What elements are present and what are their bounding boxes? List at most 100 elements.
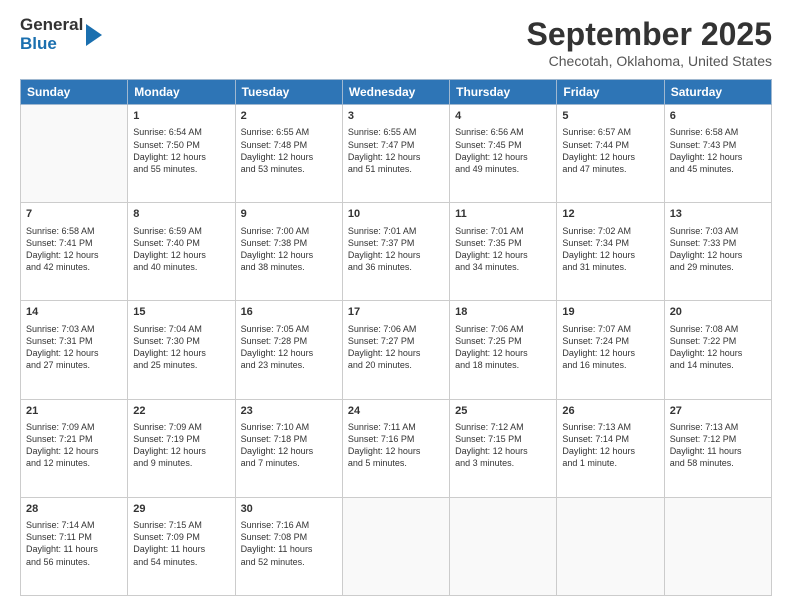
calendar-cell: 16 Sunrise: 7:05 AMSunset: 7:28 PMDayligh… — [235, 301, 342, 399]
cell-info: Sunrise: 7:06 AMSunset: 7:27 PMDaylight:… — [348, 323, 444, 372]
calendar-cell: 30Sunrise: 7:16 AMSunset: 7:08 PMDayligh… — [235, 497, 342, 595]
calendar-header-sunday: Sunday — [21, 80, 128, 105]
calendar-header-row: SundayMondayTuesdayWednesdayThursdayFrid… — [21, 80, 772, 105]
cell-info: Sunrise: 7:10 AMSunset: 7:18 PMDaylight:… — [241, 421, 337, 470]
day-number: 1 — [133, 109, 229, 124]
calendar-week-row: 14 Sunrise: 7:03 AMSunset: 7:31 PMDayligh… — [21, 301, 772, 399]
header: General Blue September 2025 Checotah, Ok… — [20, 16, 772, 69]
calendar-header-tuesday: Tuesday — [235, 80, 342, 105]
cell-info: Sunrise: 7:00 AMSunset: 7:38 PMDaylight:… — [241, 225, 337, 274]
cell-info: Sunrise: 7:13 AMSunset: 7:12 PMDaylight:… — [670, 421, 766, 470]
cell-info: Sunrise: 7:12 AMSunset: 7:15 PMDaylight:… — [455, 421, 551, 470]
cell-info: Sunrise: 6:56 AMSunset: 7:45 PMDaylight:… — [455, 126, 551, 175]
cell-info: Sunrise: 6:55 AMSunset: 7:47 PMDaylight:… — [348, 126, 444, 175]
calendar-cell: 21 Sunrise: 7:09 AMSunset: 7:21 PMDayligh… — [21, 399, 128, 497]
day-number: 25 — [455, 404, 551, 419]
calendar-cell — [450, 497, 557, 595]
calendar-cell: 23 Sunrise: 7:10 AMSunset: 7:18 PMDayligh… — [235, 399, 342, 497]
calendar-cell — [342, 497, 449, 595]
calendar-header-saturday: Saturday — [664, 80, 771, 105]
calendar-cell: 26Sunrise: 7:13 AMSunset: 7:14 PMDayligh… — [557, 399, 664, 497]
day-number: 2 — [241, 109, 337, 124]
logo: General Blue — [20, 16, 102, 53]
cell-info: Sunrise: 7:07 AMSunset: 7:24 PMDaylight:… — [562, 323, 658, 372]
day-number: 18 — [455, 305, 551, 320]
calendar-cell: 28Sunrise: 7:14 AMSunset: 7:11 PMDayligh… — [21, 497, 128, 595]
calendar-cell: 19 Sunrise: 7:07 AMSunset: 7:24 PMDayligh… — [557, 301, 664, 399]
calendar-header-wednesday: Wednesday — [342, 80, 449, 105]
day-number: 29 — [133, 502, 229, 517]
cell-info: Sunrise: 6:59 AMSunset: 7:40 PMDaylight:… — [133, 225, 229, 274]
day-number: 7 — [26, 207, 122, 222]
calendar-cell: 5 Sunrise: 6:57 AMSunset: 7:44 PMDaylight… — [557, 105, 664, 203]
calendar-cell: 2 Sunrise: 6:55 AMSunset: 7:48 PMDaylight… — [235, 105, 342, 203]
day-number: 24 — [348, 404, 444, 419]
calendar-cell: 9 Sunrise: 7:00 AMSunset: 7:38 PMDaylight… — [235, 203, 342, 301]
calendar-header-monday: Monday — [128, 80, 235, 105]
day-number: 13 — [670, 207, 766, 222]
subtitle: Checotah, Oklahoma, United States — [527, 53, 772, 69]
cell-info: Sunrise: 7:15 AMSunset: 7:09 PMDaylight:… — [133, 519, 229, 568]
day-number: 27 — [670, 404, 766, 419]
cell-info: Sunrise: 6:57 AMSunset: 7:44 PMDaylight:… — [562, 126, 658, 175]
day-number: 21 — [26, 404, 122, 419]
day-number: 20 — [670, 305, 766, 320]
calendar-cell: 8 Sunrise: 6:59 AMSunset: 7:40 PMDaylight… — [128, 203, 235, 301]
cell-info: Sunrise: 7:11 AMSunset: 7:16 PMDaylight:… — [348, 421, 444, 470]
day-number: 5 — [562, 109, 658, 124]
day-number: 30 — [241, 502, 337, 517]
day-number: 9 — [241, 207, 337, 222]
calendar-table: SundayMondayTuesdayWednesdayThursdayFrid… — [20, 79, 772, 596]
calendar-header-friday: Friday — [557, 80, 664, 105]
calendar-cell: 15 Sunrise: 7:04 AMSunset: 7:30 PMDayligh… — [128, 301, 235, 399]
calendar-cell: 14 Sunrise: 7:03 AMSunset: 7:31 PMDayligh… — [21, 301, 128, 399]
main-title: September 2025 — [527, 16, 772, 53]
day-number: 22 — [133, 404, 229, 419]
title-block: September 2025 Checotah, Oklahoma, Unite… — [527, 16, 772, 69]
cell-info: Sunrise: 6:54 AMSunset: 7:50 PMDaylight:… — [133, 126, 229, 175]
calendar-week-row: 7 Sunrise: 6:58 AMSunset: 7:41 PMDaylight… — [21, 203, 772, 301]
calendar-cell: 6Sunrise: 6:58 AMSunset: 7:43 PMDaylight… — [664, 105, 771, 203]
calendar-cell: 22 Sunrise: 7:09 AMSunset: 7:19 PMDayligh… — [128, 399, 235, 497]
calendar-week-row: 21 Sunrise: 7:09 AMSunset: 7:21 PMDayligh… — [21, 399, 772, 497]
calendar-cell: 20 Sunrise: 7:08 AMSunset: 7:22 PMDayligh… — [664, 301, 771, 399]
cell-info: Sunrise: 7:09 AMSunset: 7:19 PMDaylight:… — [133, 421, 229, 470]
calendar-cell — [21, 105, 128, 203]
cell-info: Sunrise: 7:04 AMSunset: 7:30 PMDaylight:… — [133, 323, 229, 372]
cell-info: Sunrise: 7:09 AMSunset: 7:21 PMDaylight:… — [26, 421, 122, 470]
calendar-cell: 13 Sunrise: 7:03 AMSunset: 7:33 PMDayligh… — [664, 203, 771, 301]
cell-info: Sunrise: 7:13 AMSunset: 7:14 PMDaylight:… — [562, 421, 658, 470]
day-number: 14 — [26, 305, 122, 320]
day-number: 19 — [562, 305, 658, 320]
calendar-cell: 11Sunrise: 7:01 AMSunset: 7:35 PMDayligh… — [450, 203, 557, 301]
calendar-cell: 18 Sunrise: 7:06 AMSunset: 7:25 PMDayligh… — [450, 301, 557, 399]
cell-info: Sunrise: 7:05 AMSunset: 7:28 PMDaylight:… — [241, 323, 337, 372]
day-number: 23 — [241, 404, 337, 419]
calendar-week-row: 28Sunrise: 7:14 AMSunset: 7:11 PMDayligh… — [21, 497, 772, 595]
cell-info: Sunrise: 6:55 AMSunset: 7:48 PMDaylight:… — [241, 126, 337, 175]
calendar-cell: 24 Sunrise: 7:11 AMSunset: 7:16 PMDayligh… — [342, 399, 449, 497]
cell-info: Sunrise: 6:58 AMSunset: 7:41 PMDaylight:… — [26, 225, 122, 274]
cell-info: Sunrise: 7:03 AMSunset: 7:33 PMDaylight:… — [670, 225, 766, 274]
day-number: 17 — [348, 305, 444, 320]
cell-info: Sunrise: 7:08 AMSunset: 7:22 PMDaylight:… — [670, 323, 766, 372]
day-number: 11 — [455, 207, 551, 222]
day-number: 3 — [348, 109, 444, 124]
calendar-cell: 25 Sunrise: 7:12 AMSunset: 7:15 PMDayligh… — [450, 399, 557, 497]
day-number: 4 — [455, 109, 551, 124]
logo-blue: Blue — [20, 35, 83, 54]
day-number: 15 — [133, 305, 229, 320]
calendar-cell: 10Sunrise: 7:01 AMSunset: 7:37 PMDayligh… — [342, 203, 449, 301]
calendar-cell — [664, 497, 771, 595]
calendar-cell: 4 Sunrise: 6:56 AMSunset: 7:45 PMDaylight… — [450, 105, 557, 203]
logo-general: General — [20, 16, 83, 35]
cell-info: Sunrise: 7:06 AMSunset: 7:25 PMDaylight:… — [455, 323, 551, 372]
day-number: 16 — [241, 305, 337, 320]
day-number: 8 — [133, 207, 229, 222]
page: General Blue September 2025 Checotah, Ok… — [0, 0, 792, 612]
calendar-cell: 29 Sunrise: 7:15 AMSunset: 7:09 PMDayligh… — [128, 497, 235, 595]
day-number: 28 — [26, 502, 122, 517]
day-number: 10 — [348, 207, 444, 222]
calendar-cell: 27 Sunrise: 7:13 AMSunset: 7:12 PMDayligh… — [664, 399, 771, 497]
cell-info: Sunrise: 7:03 AMSunset: 7:31 PMDaylight:… — [26, 323, 122, 372]
